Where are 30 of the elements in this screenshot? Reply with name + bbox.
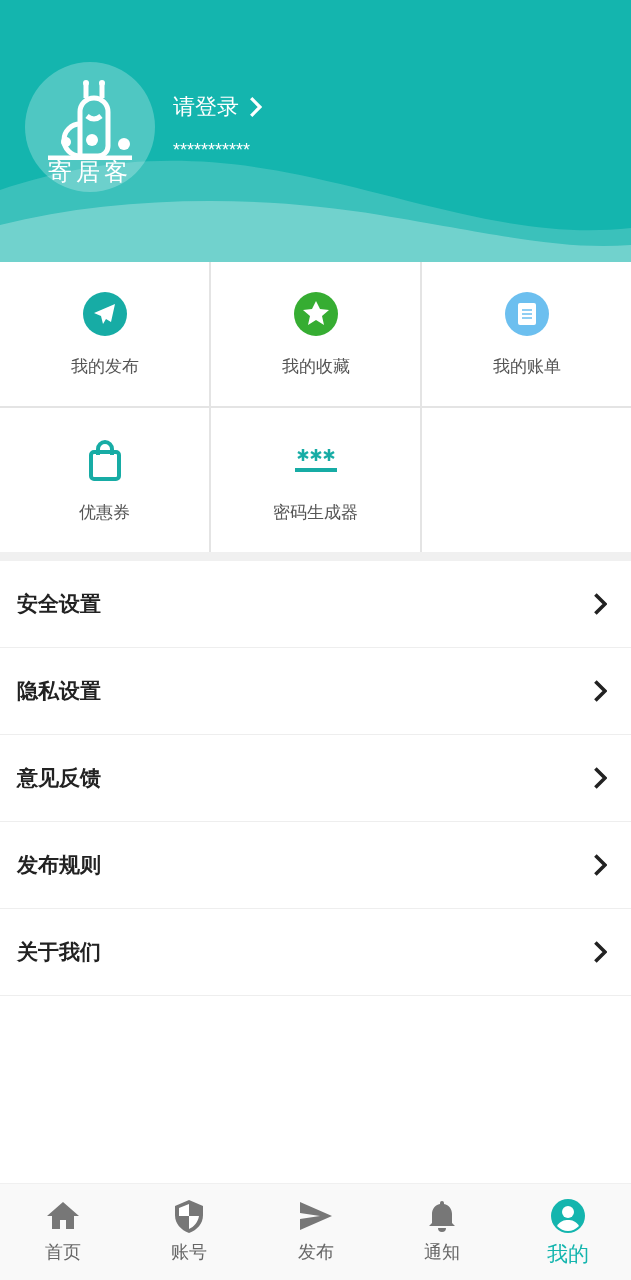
clipboard-icon — [503, 290, 550, 337]
settings-row[interactable]: 发布规则 — [0, 822, 631, 909]
nav-tab[interactable]: 账号 — [126, 1184, 253, 1280]
chevron-right-icon — [592, 679, 607, 703]
shortcut-tile[interactable]: 密码生成器 — [211, 408, 420, 552]
shortcut-tile[interactable]: 我的账单 — [422, 262, 631, 406]
row-label: 隐私设置 — [17, 678, 101, 704]
row-label: 发布规则 — [17, 852, 101, 878]
row-label: 意见反馈 — [17, 765, 101, 791]
shortcut-tile[interactable]: 优惠券 — [0, 408, 209, 552]
chevron-right-icon — [592, 853, 607, 877]
shortcut-tile[interactable]: 我的发布 — [0, 262, 209, 406]
settings-row[interactable]: 安全设置 — [0, 561, 631, 648]
masked-account: *********** — [173, 140, 252, 161]
settings-row[interactable]: 关于我们 — [0, 909, 631, 996]
chevron-right-icon — [249, 96, 263, 118]
paper-plane-icon — [81, 290, 128, 337]
nav-tab[interactable]: 发布 — [252, 1184, 379, 1280]
row-label: 关于我们 — [17, 939, 101, 965]
chevron-right-icon — [592, 592, 607, 616]
chevron-right-icon — [592, 940, 607, 964]
settings-row[interactable]: 意见反馈 — [0, 735, 631, 822]
nav-tab[interactable]: 首页 — [0, 1184, 127, 1280]
shortcut-tile[interactable]: 我的收藏 — [211, 262, 420, 406]
settings-row[interactable]: 隐私设置 — [0, 648, 631, 735]
chevron-right-icon — [592, 766, 607, 790]
row-label: 安全设置 — [17, 591, 101, 617]
nav-tab[interactable]: 通知 — [378, 1184, 505, 1280]
user-icon — [549, 1198, 586, 1234]
logo-text: 寄居客 — [48, 160, 132, 184]
